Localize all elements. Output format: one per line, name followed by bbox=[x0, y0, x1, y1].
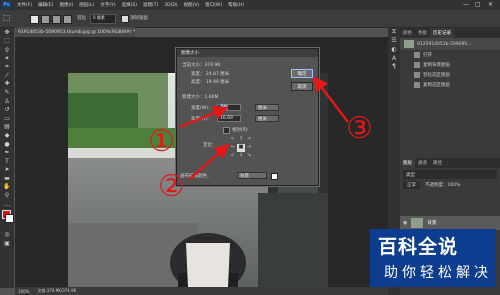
arrow-3 bbox=[312, 76, 349, 123]
callout-1: ① bbox=[148, 124, 175, 159]
arrow-1 bbox=[179, 105, 229, 129]
watermark-subtitle: 助你轻松解决 bbox=[384, 265, 492, 281]
watermark-title: 百科全说 bbox=[378, 236, 459, 258]
watermark-logo: 百科全说 助你轻松解决 bbox=[370, 229, 496, 287]
callout-3: ③ bbox=[346, 111, 373, 146]
arrow-2 bbox=[189, 143, 230, 180]
callout-2: ② bbox=[158, 169, 185, 204]
